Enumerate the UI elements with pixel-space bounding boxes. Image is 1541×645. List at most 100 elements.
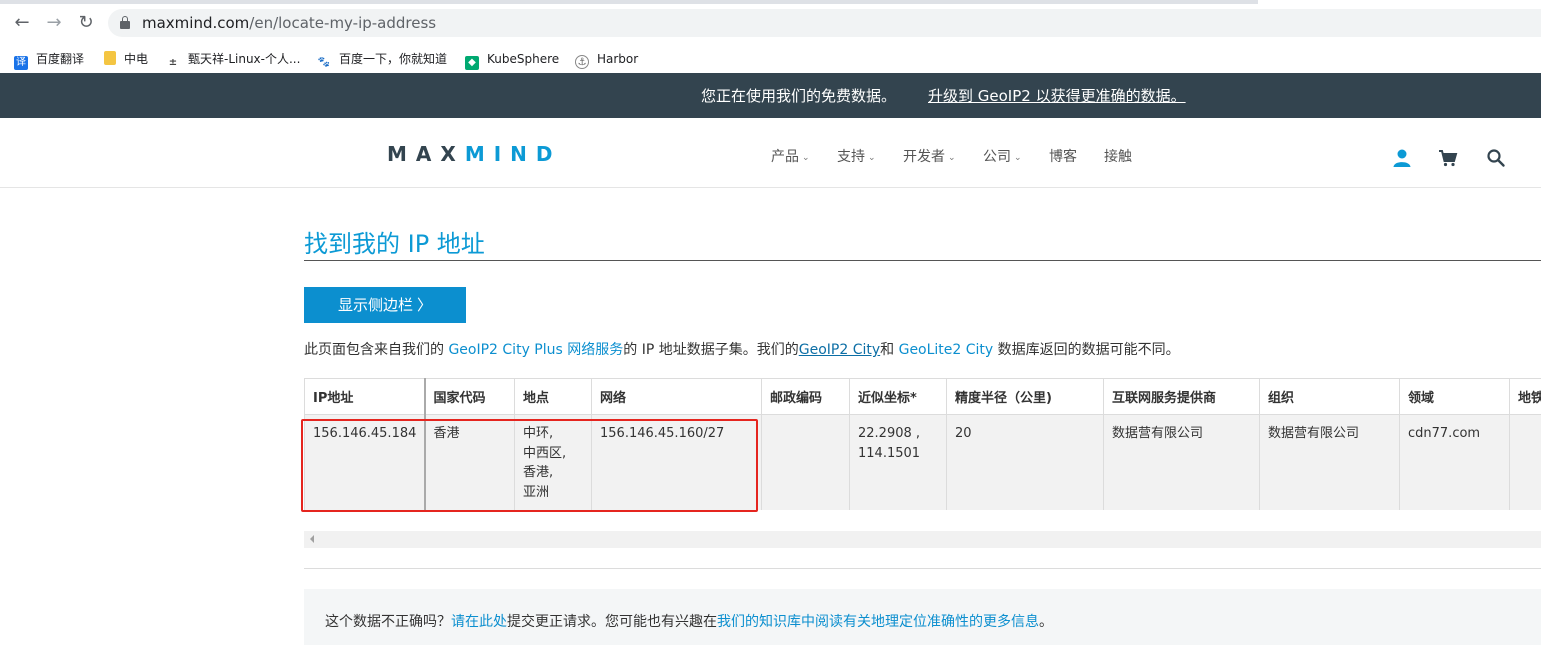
nav-label: 接触 [1104,149,1132,165]
col-header-ip: IP地址 [304,378,426,415]
coords-line: 22.2908 , [858,426,921,441]
bookmark-zhongdian[interactable]: 中电 [104,49,148,69]
nav-products[interactable]: 产品 ⌄ [771,146,810,166]
account-icon[interactable] [1392,148,1412,168]
bookmark-label: Harbor [597,52,639,66]
free-data-banner: 您正在使用我们的免费数据。 升级到 GeoIP2 以获得更准确的数据。 [0,73,1541,118]
correction-text: 这个数据不正确吗？请在此处提交更正请求。您可能也有兴趣在我们的知识库中阅读有关地… [325,611,1053,631]
chevron-down-icon: ⌄ [1014,153,1022,163]
correction-text-part: 。 [1039,614,1053,630]
intro-text-part: 的 IP 地址数据子集。我们的 [623,342,799,358]
cell-isp: 数据营有限公司 [1103,414,1260,510]
col-header-country-code: 国家代码 [424,378,515,415]
col-header-coordinates: 近似坐标* [849,378,947,415]
intro-text-part: 此页面包含来自我们的 [304,342,449,358]
nav-label: 公司 [983,149,1011,165]
chevron-down-icon: ⌄ [802,153,810,163]
folder-icon [104,51,116,65]
bookmark-label: 百度翻译 [36,52,85,66]
col-header-postal-code: 邮政编码 [761,378,850,415]
correction-text-part: 提交更正请求。您可能也有兴趣在 [507,614,717,630]
intro-text-part: 和 [880,342,899,358]
browser-toolbar: ← → ↻ maxmind.com/en/locate-my-ip-addres… [0,0,1541,45]
intro-text: 此页面包含来自我们的 GeoIP2 City Plus 网络服务的 IP 地址数… [304,339,1180,359]
coords-line: 114.1501 [858,445,921,461]
nav-label: 博客 [1049,149,1077,165]
cell-postal-code [761,414,850,510]
cell-metro [1509,414,1541,510]
title-divider [304,260,1541,261]
cell-domain: cdn77.com [1399,414,1510,510]
col-header-network: 网络 [591,378,762,415]
site-header: MAXMIND 产品 ⌄ 支持 ⌄ 开发者 ⌄ 公司 ⌄ 博客 接触 [0,118,1541,188]
tab-strip [0,0,1541,4]
cell-accuracy-radius: 20 [946,414,1104,510]
table-horizontal-scrollbar[interactable] [304,531,1541,548]
chevron-down-icon: ⌄ [948,153,956,163]
scroll-left-icon[interactable] [310,535,314,543]
intro-text-part: 数据库返回的数据可能不同。 [993,342,1180,358]
bookmark-label: 中电 [124,52,149,66]
nav-label: 产品 [771,149,799,165]
correction-notice: 这个数据不正确吗？请在此处提交更正请求。您可能也有兴趣在我们的知识库中阅读有关地… [304,589,1541,645]
bookmark-baidu[interactable]: 🐾 百度一下，你就知道 [317,49,448,70]
logo-part-mind: MIND [464,142,562,166]
bookmark-label: KubeSphere [487,52,560,66]
bookmark-linux-blog[interactable]: ± 甄天祥-Linux-个人... [166,49,301,70]
correction-text-part: 这个数据不正确吗？ [325,614,451,630]
address-bar[interactable]: maxmind.com/en/locate-my-ip-address [108,9,1541,37]
baidu-paw-icon: 🐾 [317,56,331,70]
back-icon[interactable]: ← [11,12,33,34]
col-header-organization: 组织 [1259,378,1400,415]
translate-icon: 译 [14,56,28,70]
bookmark-baidu-translate[interactable]: 译百度翻译 [14,49,85,70]
bookmark-label: 甄天祥-Linux-个人... [188,52,301,66]
linux-blog-icon: ± [166,56,180,70]
col-header-location: 地点 [514,378,592,415]
banner-message: 您正在使用我们的免费数据。 [701,87,897,105]
url-text: maxmind.com/en/locate-my-ip-address [142,14,436,32]
cell-organization: 数据营有限公司 [1259,414,1400,510]
section-divider [304,568,1541,569]
col-header-metro: 地铁 [1509,378,1541,415]
bookmarks-bar: 译百度翻译 中电 ± 甄天祥-Linux-个人... 🐾 百度一下，你就知道 ◆ Ku… [0,45,1541,73]
lock-icon [120,16,130,29]
nav-developers[interactable]: 开发者 ⌄ [903,146,956,166]
show-sidebar-button[interactable]: 显示侧边栏〉 [304,287,466,323]
bookmark-harbor[interactable]: ⚓ Harbor [575,49,638,69]
cell-coordinates: 22.2908 , 114.1501 [849,414,947,510]
geoip2-city-plus-link[interactable]: GeoIP2 City Plus 网络服务 [448,342,623,358]
bookmark-label: 百度一下，你就知道 [339,52,448,66]
forward-icon[interactable]: → [43,12,65,34]
url-path: /en/locate-my-ip-address [249,14,437,32]
nav-label: 支持 [837,149,865,165]
nav-blog[interactable]: 博客 [1049,146,1077,166]
submit-correction-link[interactable]: 请在此处 [451,614,507,630]
chevron-down-icon: ⌄ [868,153,876,163]
logo-part-max: MAX [387,142,465,166]
nav-contact[interactable]: 接触 [1104,146,1132,166]
nav-label: 开发者 [903,149,945,165]
col-header-domain: 领域 [1399,378,1510,415]
upgrade-link[interactable]: 升级到 GeoIP2 以获得更准确的数据。 [928,85,1186,106]
harbor-icon: ⚓ [575,55,589,69]
page-title: 找到我的 IP 地址 [304,230,485,258]
search-icon[interactable] [1486,148,1506,168]
show-sidebar-label: 显示侧边栏 [337,296,413,314]
reload-icon[interactable]: ↻ [75,12,97,34]
col-header-accuracy-radius: 精度半径（公里) [946,378,1104,415]
bookmark-kubesphere[interactable]: ◆ KubeSphere [465,49,560,70]
maxmind-logo[interactable]: MAXMIND [387,142,562,166]
kubesphere-icon: ◆ [465,56,479,70]
url-host: maxmind.com [142,14,250,32]
nav-support[interactable]: 支持 ⌄ [837,146,876,166]
chevron-right-icon: 〉 [417,296,433,314]
nav-company[interactable]: 公司 ⌄ [983,146,1022,166]
cart-icon[interactable] [1438,148,1458,168]
table-header-row: IP地址 国家代码 地点 网络 邮政编码 近似坐标* 精度半径（公里) 互联网服… [304,378,1541,415]
red-highlight-box [301,419,758,512]
knowledge-base-link[interactable]: 我们的知识库中阅读有关地理定位准确性的更多信息 [717,614,1039,630]
geoip2-city-link[interactable]: GeoIP2 City [799,342,880,358]
geolite2-city-link[interactable]: GeoLite2 City [899,342,994,358]
col-header-isp: 互联网服务提供商 [1103,378,1260,415]
